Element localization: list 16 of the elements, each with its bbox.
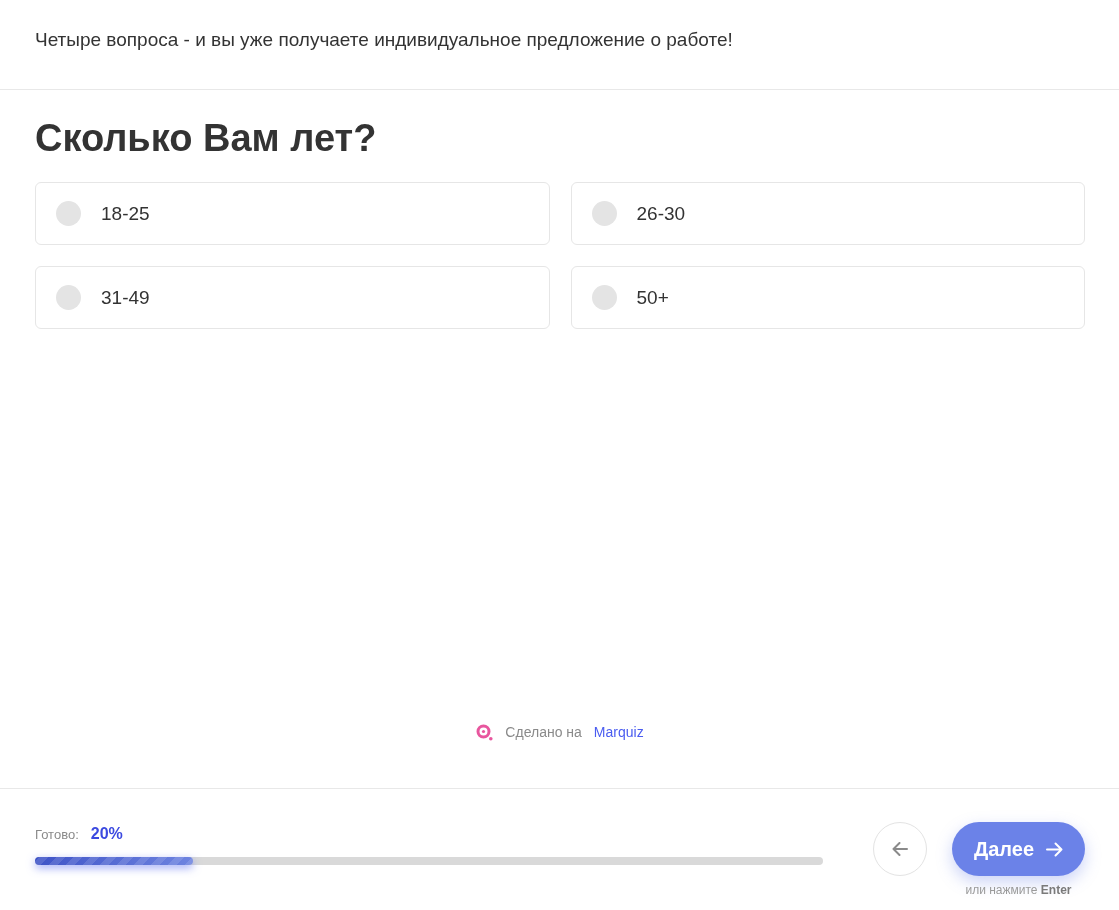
arrow-left-icon [892,842,908,856]
next-button[interactable]: Далее [952,822,1085,876]
answer-option[interactable]: 18-25 [35,182,550,245]
answer-option[interactable]: 50+ [570,266,1085,329]
arrow-right-icon [1046,841,1064,857]
question-title: Сколько Вам лет? [35,116,378,161]
progress-value: 20% [90,825,123,843]
answer-option[interactable]: 31-49 [35,266,550,329]
marquiz-link[interactable]: Marquiz [593,723,644,741]
made-with-text: Сделано на [505,723,582,741]
back-button[interactable] [873,822,927,876]
intro-text: Четыре вопроса - и вы уже получаете индивидуальное предложение о работе! [35,27,733,52]
enter-hint-text: или нажмите Enter [965,882,1072,898]
progress-label: Готово: [35,827,79,842]
ring-logo-icon [476,723,494,741]
answer-option[interactable]: 26-30 [570,182,1085,245]
